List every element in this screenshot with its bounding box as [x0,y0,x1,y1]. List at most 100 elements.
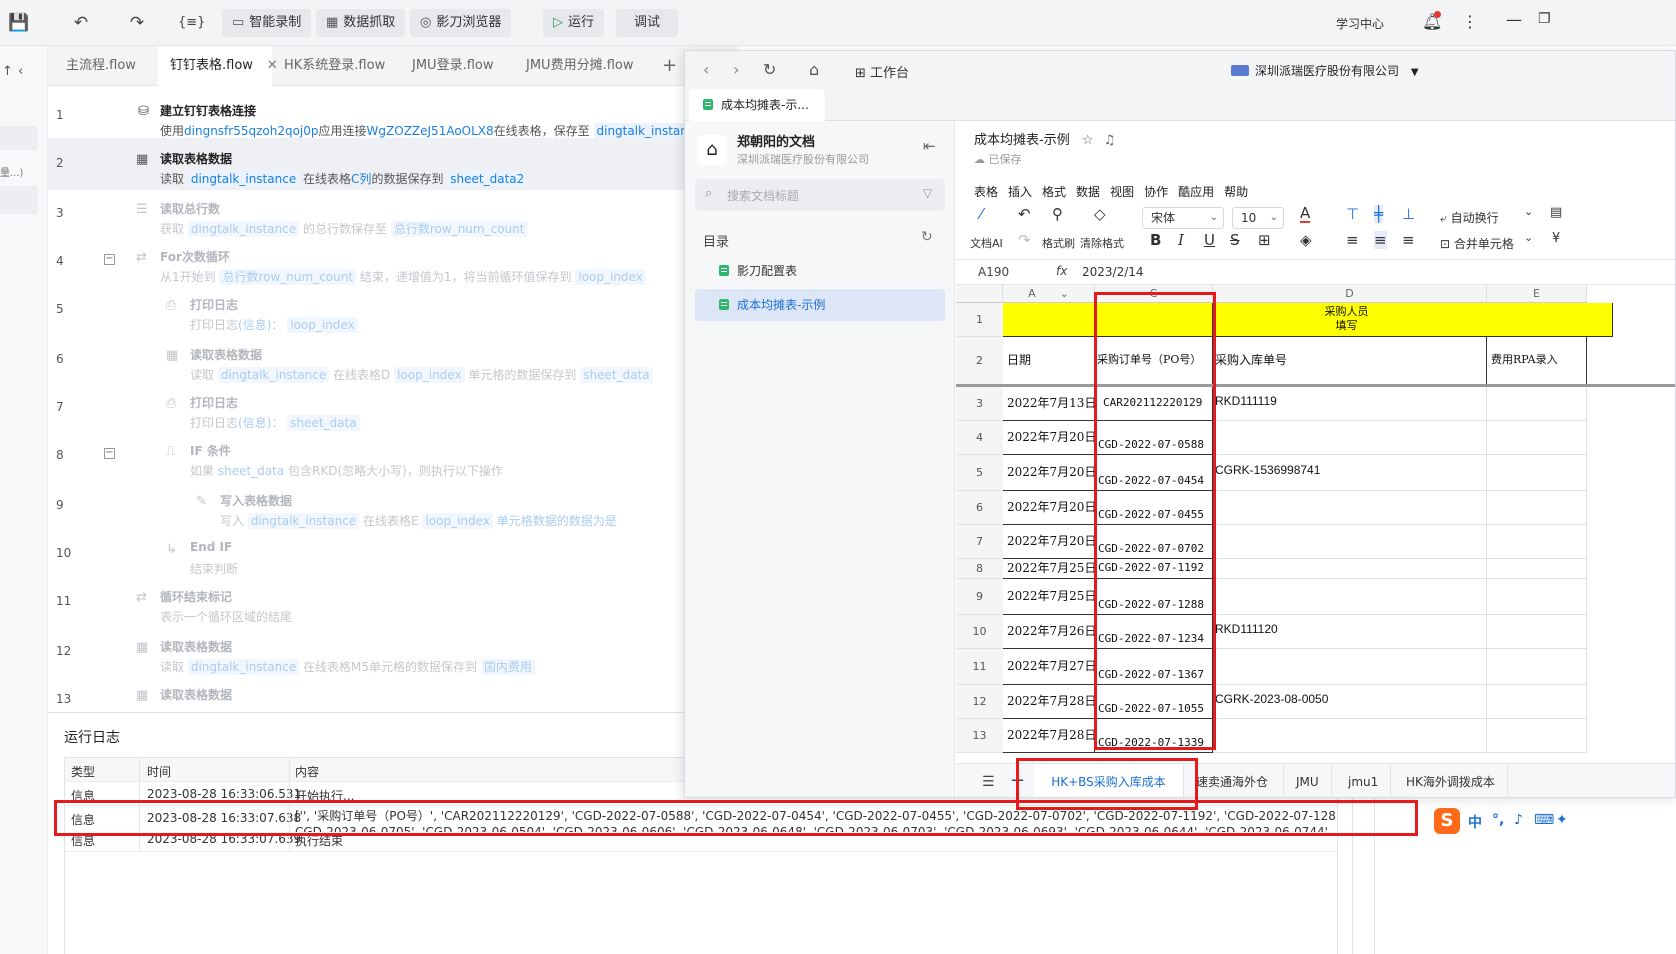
refresh-icon[interactable]: ↻ [763,60,776,79]
format-painter-icon[interactable]: ⚲ [1052,205,1063,223]
strikethrough-icon[interactable]: S [1230,231,1240,249]
left-panel-item[interactable]: 量...) [0,158,38,184]
save-icon[interactable]: 💾 [8,12,30,34]
yingdao-browser-button[interactable]: ◎ 影刀浏览器 [410,9,512,37]
sheet-list-icon[interactable]: ☰ [982,774,995,790]
row-header[interactable]: 5 [956,455,1003,491]
browser-tab-active[interactable]: 成本均摊表-示... [689,89,825,121]
sheet-cell-po[interactable]: CGD-2022-07-1234 [1095,615,1213,649]
sheet-cell-rpa[interactable] [1487,685,1587,719]
tab-hk-login-flow[interactable]: HK系统登录.flow [272,46,397,86]
sheet-cell-date[interactable]: 2022年7月20日 [1003,491,1095,525]
row-header[interactable]: 6 [956,491,1003,525]
doc-item-cost[interactable]: 成本均摊表-示例 [695,289,945,321]
forward-icon[interactable]: › [733,60,739,79]
sheet-tab-jmu[interactable]: JMU [1284,764,1332,797]
workbench-link[interactable]: ⊞ 工作台 [855,62,909,81]
ai-icon[interactable]: ⁄ [980,205,983,223]
row-header[interactable]: 9 [956,579,1003,615]
sheet-tab-hkbs[interactable]: HK+BS采购入库成本 [1034,764,1184,797]
more-menu-icon[interactable]: ⋮ [1462,12,1478,31]
menu-format[interactable]: 格式 [1042,185,1066,199]
sheet-tab-hk-transfer[interactable]: HK海外调拨成本 [1394,764,1508,797]
sheet-cell-date[interactable]: 2022年7月27日 [1003,649,1095,685]
row-header[interactable]: 10 [956,615,1003,649]
home-icon[interactable]: ⌂ [697,135,727,165]
redo-icon[interactable]: ↷ [1018,231,1031,249]
refresh-icon[interactable]: ↻ [921,229,933,245]
flow-step[interactable]: 3 ☰ 读取总行数 获取 dingtalk_instance 的总行数保存至 总… [48,188,738,240]
notify-icon[interactable]: ♫ [1104,133,1116,148]
sheet-cell-date[interactable]: 2022年7月13日 [1003,387,1095,421]
sheet-cell-po[interactable]: CAR202112220129 [1095,387,1213,421]
sheet-cell-rpa[interactable] [1487,387,1587,421]
tab-jmu-login-flow[interactable]: JMU登录.flow [400,46,505,86]
chevron-down-icon[interactable]: ⌄ [1524,205,1533,218]
sheet-cell-po[interactable]: CGD-2022-07-1339 [1095,719,1213,753]
learning-center-link[interactable]: 学习中心 [1336,15,1384,32]
keyboard-icon[interactable]: ⌨ [1534,812,1554,828]
italic-icon[interactable]: I [1178,231,1184,249]
bold-icon[interactable]: B [1150,231,1161,249]
font-family-select[interactable]: 宋体 ⌄ [1142,207,1224,229]
sheet-cell-rpa[interactable] [1487,421,1587,455]
sheet-cell[interactable]: 采购入库单号 [1213,337,1487,385]
currency-icon[interactable]: ¥ [1552,231,1560,246]
row-header[interactable]: 8 [956,559,1003,579]
run-button[interactable]: ▷ 运行 [543,9,605,37]
eraser-icon[interactable]: ◇ [1094,205,1106,223]
sheet-tab-jmu1[interactable]: jmu1 [1336,764,1392,797]
sheet-cell-rpa[interactable] [1487,615,1587,649]
column-header-c[interactable]: C [1095,285,1213,303]
sheet-cell-po[interactable]: CGD-2022-07-0702 [1095,525,1213,559]
align-top-icon[interactable]: ⊤ [1346,205,1359,223]
sheet-cell-header-note[interactable]: 采购人员 填写 [1213,303,1613,337]
smart-record-button[interactable]: ▭ 智能录制 [222,9,312,37]
sheet-cell-inbound[interactable] [1213,719,1487,753]
sheet-cell-rpa[interactable] [1487,559,1587,579]
flow-step[interactable]: 2 ▦ 读取表格数据 读取 dingtalk_instance 在线表格C列的数… [48,138,738,190]
column-header-d[interactable]: D [1213,285,1487,303]
sheet-cell-date[interactable]: 2022年7月20日 [1003,525,1095,559]
home-icon[interactable]: ⌂ [809,60,819,79]
data-capture-button[interactable]: ▦ 数据抓取 [316,9,406,37]
wrap-text-button[interactable]: ⤶ 自动换行 [1440,209,1499,226]
company-switcher[interactable]: 深圳派瑞医疗股份有限公司 ▼ [1231,62,1419,79]
collapse-toggle[interactable]: − [104,448,115,459]
row-header[interactable]: 7 [956,525,1003,559]
sheet-cell-inbound[interactable] [1213,421,1487,455]
menu-table[interactable]: 表格 [974,185,998,199]
tab-dingtalk-flow[interactable]: 钉钉表格.flow ✕ [158,46,278,86]
sheet-cell-po[interactable]: CGD-2022-07-1288 [1095,579,1213,615]
font-size-select[interactable]: 10 ⌄ [1232,207,1284,229]
select-all-corner[interactable] [956,285,1003,303]
back-icon[interactable]: ‹ [703,60,709,79]
flow-step[interactable]: 6 ▦ 读取表格数据 读取 dingtalk_instance 在线表格D lo… [48,334,738,386]
minimize-icon[interactable]: — [1506,10,1522,29]
align-bottom-icon[interactable]: ⊥ [1402,205,1415,223]
sheet-tab-aliexpress[interactable]: 速卖通海外仓 [1184,764,1284,797]
menu-help[interactable]: 帮助 [1224,185,1248,199]
fill-color-icon[interactable]: ◈ [1300,231,1312,249]
add-sheet-icon[interactable]: + [1010,770,1025,791]
menu-insert[interactable]: 插入 [1008,185,1032,199]
left-panel-item[interactable] [0,186,38,214]
chevron-down-icon[interactable]: ⌄ [1524,231,1533,244]
tab-jmu-cost-flow[interactable]: JMU费用分摊.flow [514,46,645,86]
sheet-cell-po[interactable]: CGD-2022-07-1055 [1095,685,1213,719]
row-header[interactable]: 3 [956,387,1003,421]
sheet-cell-date[interactable]: 2022年7月28日 [1003,685,1095,719]
code-braces-icon[interactable]: {≡} [178,12,205,34]
sheet-cell-po[interactable]: CGD-2022-07-0455 [1095,491,1213,525]
align-middle-icon[interactable]: ╪ [1374,205,1384,223]
sheet-cell-rpa[interactable] [1487,455,1587,491]
menu-collab[interactable]: 协作 [1144,185,1168,199]
sheet-cell-po[interactable]: CGD-2022-07-1192 [1095,559,1213,579]
menu-apps[interactable]: 酷应用 [1178,185,1214,199]
collapse-toggle[interactable]: − [104,254,115,265]
sheet-cell-date[interactable]: 2022年7月25日 [1003,579,1095,615]
flow-step[interactable]: 4 − ⇄ For次数循环 从1开始到 总行数row_num_count 结束，… [48,236,738,288]
collapse-left-icon[interactable]: ‹ [18,64,23,79]
sheet-cell-po[interactable]: CGD-2022-07-1367 [1095,649,1213,685]
row-header[interactable]: 4 [956,421,1003,455]
